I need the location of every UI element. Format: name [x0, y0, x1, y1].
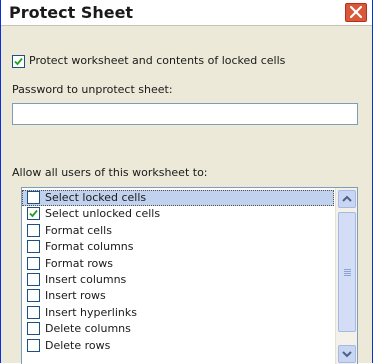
list-scrollbar[interactable]: [335, 188, 357, 364]
permission-checkbox[interactable]: [27, 338, 40, 352]
list-item[interactable]: Select locked cells: [22, 190, 334, 206]
checkmark-icon: [29, 210, 38, 218]
permission-checkbox[interactable]: [27, 305, 40, 319]
permission-label: Insert columns: [45, 273, 127, 286]
close-button[interactable]: [344, 2, 368, 23]
close-x-icon: [350, 6, 362, 18]
permission-checkbox[interactable]: [27, 240, 40, 254]
permission-label: Select locked cells: [45, 191, 147, 204]
permission-checkbox[interactable]: [27, 223, 40, 237]
scroll-down-button[interactable]: [338, 345, 356, 363]
permission-checkbox[interactable]: [27, 289, 40, 303]
permission-label: Insert hyperlinks: [45, 305, 137, 319]
dialog-title: Protect Sheet: [9, 3, 134, 22]
checkmark-icon: [14, 57, 23, 66]
list-item[interactable]: Format rows: [22, 256, 334, 272]
permission-checkbox[interactable]: [27, 322, 40, 336]
permission-label: Format columns: [45, 240, 134, 254]
permission-label: Select unlocked cells: [45, 207, 161, 221]
permission-checkbox[interactable]: [27, 207, 40, 221]
list-item[interactable]: Select unlocked cells: [22, 206, 334, 222]
scroll-thumb[interactable]: [338, 212, 356, 332]
password-input[interactable]: [12, 103, 358, 125]
permission-checkbox[interactable]: [27, 273, 40, 286]
list-item[interactable]: Delete rows: [22, 338, 334, 354]
permission-checkbox[interactable]: [27, 256, 40, 270]
protect-worksheet-checkbox[interactable]: [12, 55, 25, 68]
title-bar[interactable]: Protect Sheet: [1, 0, 372, 25]
protect-sheet-dialog: Protect Sheet Protect worksheet and cont…: [0, 0, 373, 364]
allow-users-label: Allow all users of this worksheet to:: [12, 166, 208, 179]
permission-label: Delete columns: [45, 322, 131, 336]
protect-worksheet-label[interactable]: Protect worksheet and contents of locked…: [29, 54, 285, 67]
permission-label: Delete rows: [45, 338, 111, 352]
scroll-up-button[interactable]: [338, 190, 356, 208]
permission-label: Format cells: [45, 223, 112, 237]
password-label: Password to unprotect sheet:: [12, 83, 173, 96]
dialog-body: Protect worksheet and contents of locked…: [1, 25, 372, 364]
list-item[interactable]: Insert columns: [22, 272, 334, 288]
chevron-up-icon: [342, 195, 352, 202]
list-item[interactable]: Format columns: [22, 239, 334, 255]
permissions-list[interactable]: Select locked cells Select unlocked cells…: [21, 187, 358, 364]
permission-checkbox[interactable]: [27, 191, 40, 204]
permission-label: Format rows: [45, 256, 113, 270]
list-item[interactable]: Delete columns: [22, 321, 334, 337]
list-item[interactable]: Insert hyperlinks: [22, 305, 334, 321]
chevron-down-icon: [342, 351, 352, 358]
list-item[interactable]: Format cells: [22, 223, 334, 239]
permission-label: Insert rows: [45, 289, 106, 303]
list-item[interactable]: Insert rows: [22, 288, 334, 304]
